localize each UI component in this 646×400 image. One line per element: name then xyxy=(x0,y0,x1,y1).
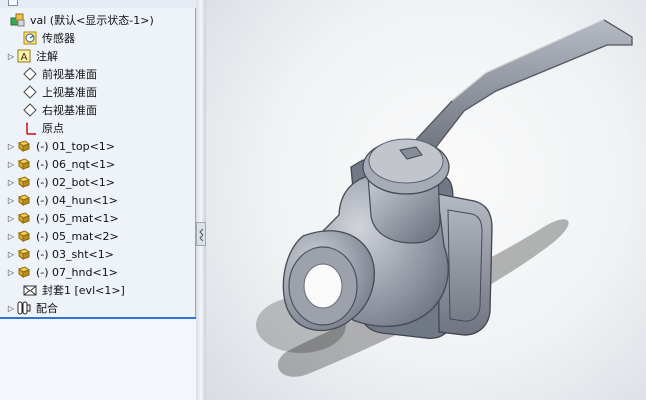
feature-manager-tree: val (默认<显示状态-1>) 传感器 ▷ A 注解 前视基准面 上视基准面 … xyxy=(0,0,196,400)
expand-triangle-icon[interactable]: ▷ xyxy=(6,195,16,205)
tree-item-envelope[interactable]: 封套1 [evl<1>] xyxy=(12,281,208,299)
tree-item-label: (-) 06_nqt<1> xyxy=(36,157,116,171)
expand-triangle-icon[interactable]: ▷ xyxy=(6,177,16,187)
part-icon xyxy=(16,246,32,262)
tree-item-sensor[interactable]: 传感器 xyxy=(12,29,208,47)
tree-item-label: 配合 xyxy=(36,302,58,315)
expand-triangle-icon[interactable]: ▷ xyxy=(6,51,16,61)
mates-icon xyxy=(16,300,32,316)
tree-item-label: 右视基准面 xyxy=(42,104,97,117)
collapse-panel-handle[interactable] xyxy=(196,222,206,246)
tree-item-label: (-) 03_sht<1> xyxy=(36,247,114,261)
tree-item-label: 上视基准面 xyxy=(42,86,97,99)
assembly-icon xyxy=(10,12,26,28)
part-icon xyxy=(16,174,32,190)
panel-splitter[interactable] xyxy=(196,0,206,400)
annotation-icon: A xyxy=(16,48,32,64)
tree-item-part-07-hnd[interactable]: ▷ (-) 07_hnd<1> xyxy=(6,263,202,281)
tree-toolbar-strip xyxy=(0,0,196,8)
tree-item-top-plane[interactable]: 上视基准面 xyxy=(12,83,208,101)
envelope-icon xyxy=(22,282,38,298)
tree-item-part-04-hun[interactable]: ▷ (-) 04_hun<1> xyxy=(6,191,202,209)
tree-item-label: (-) 02_bot<1> xyxy=(36,175,116,189)
tree-item-mates[interactable]: ▷ 配合 xyxy=(6,299,202,317)
tree-item-label: 传感器 xyxy=(42,32,75,45)
expand-triangle-icon[interactable]: ▷ xyxy=(6,249,16,259)
tree-item-right-plane[interactable]: 右视基准面 xyxy=(12,101,208,119)
tree-item-label: (-) 05_mat<2> xyxy=(36,229,119,243)
tree-filter-button[interactable] xyxy=(8,0,18,6)
tree-item-part-01-top[interactable]: ▷ (-) 01_top<1> xyxy=(6,137,202,155)
expander-none xyxy=(12,69,22,79)
part-icon xyxy=(16,264,32,280)
tree-item-label: 前视基准面 xyxy=(42,68,97,81)
expand-triangle-icon[interactable]: ▷ xyxy=(6,267,16,277)
svg-text:A: A xyxy=(21,52,28,63)
tree-item-label: 原点 xyxy=(42,122,64,135)
expand-triangle-icon[interactable]: ▷ xyxy=(6,213,16,223)
part-icon xyxy=(16,192,32,208)
origin-icon xyxy=(22,120,38,136)
tree-item-label: (-) 05_mat<1> xyxy=(36,211,119,225)
expander-none xyxy=(0,15,10,25)
part-icon xyxy=(16,228,32,244)
expander-none xyxy=(12,33,22,43)
tree-item-label: 注解 xyxy=(36,50,58,63)
plane-icon xyxy=(22,84,38,100)
expand-triangle-icon[interactable]: ▷ xyxy=(6,231,16,241)
expander-none xyxy=(12,105,22,115)
tree-item-part-02-bot[interactable]: ▷ (-) 02_bot<1> xyxy=(6,173,202,191)
tree-item-annotations[interactable]: ▷ A 注解 xyxy=(6,47,202,65)
tree-item-label: 封套1 [evl<1>] xyxy=(42,284,125,297)
tree-item-part-06-nqt[interactable]: ▷ (-) 06_nqt<1> xyxy=(6,155,202,173)
expander-none xyxy=(12,87,22,97)
tree-empty-area xyxy=(0,319,196,400)
tree-item-origin[interactable]: 原点 xyxy=(12,119,208,137)
valve-handle xyxy=(410,19,633,152)
expand-triangle-icon[interactable]: ▷ xyxy=(6,159,16,169)
expand-triangle-icon[interactable]: ▷ xyxy=(6,303,16,313)
part-icon xyxy=(16,156,32,172)
tree-item-part-05-mat-1[interactable]: ▷ (-) 05_mat<1> xyxy=(6,209,202,227)
expander-none xyxy=(12,285,22,295)
tree-item-part-05-mat-2[interactable]: ▷ (-) 05_mat<2> xyxy=(6,227,202,245)
graphics-viewport[interactable] xyxy=(206,0,646,400)
plane-icon xyxy=(22,66,38,82)
tree-item-front-plane[interactable]: 前视基准面 xyxy=(12,65,208,83)
expand-triangle-icon[interactable]: ▷ xyxy=(6,141,16,151)
part-icon xyxy=(16,138,32,154)
sensor-icon xyxy=(22,30,38,46)
expander-none xyxy=(12,123,22,133)
tree-item-label: (-) 01_top<1> xyxy=(36,139,116,153)
tree-item-label: (-) 04_hun<1> xyxy=(36,193,118,207)
tree-item-label: (-) 07_hnd<1> xyxy=(36,265,118,279)
plane-icon xyxy=(22,102,38,118)
ball-valve-model xyxy=(256,19,633,377)
tree-item-label: val (默认<显示状态-1>) xyxy=(30,14,154,27)
tree-item-root-assembly[interactable]: val (默认<显示状态-1>) xyxy=(0,11,196,29)
tree-item-part-03-sht[interactable]: ▷ (-) 03_sht<1> xyxy=(6,245,202,263)
part-icon xyxy=(16,210,32,226)
